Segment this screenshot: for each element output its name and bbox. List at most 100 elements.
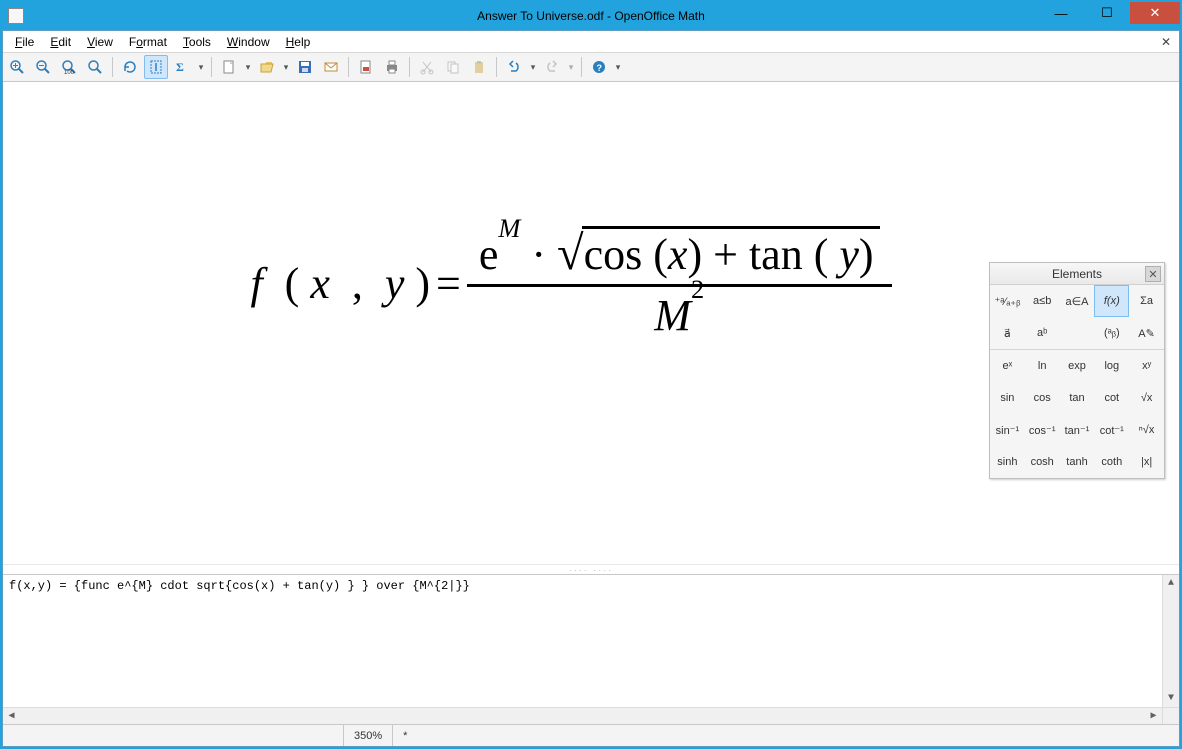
statusbar: 350% * xyxy=(3,724,1179,746)
refresh-button[interactable] xyxy=(118,55,142,79)
cat-operators[interactable]: Σa xyxy=(1129,285,1164,317)
separator xyxy=(581,57,582,77)
open-button[interactable] xyxy=(255,55,279,79)
menu-edit[interactable]: Edit xyxy=(42,33,79,51)
sym-atan[interactable]: tan⁻¹ xyxy=(1060,414,1095,446)
sym-coth[interactable]: coth xyxy=(1094,446,1129,478)
sym-ln[interactable]: ln xyxy=(1025,350,1060,382)
undo-button[interactable] xyxy=(502,55,526,79)
sym-abs[interactable]: |x| xyxy=(1129,446,1164,478)
sym-exp-e[interactable]: eˣ xyxy=(990,350,1025,382)
separator xyxy=(211,57,212,77)
command-editor-pane: f(x,y) = {func e^{M} cdot sqrt{cos(x) + … xyxy=(3,574,1179,724)
menu-help[interactable]: Help xyxy=(278,33,319,51)
close-document-button[interactable]: ✕ xyxy=(1157,33,1175,51)
maximize-button[interactable]: ☐ xyxy=(1084,2,1130,24)
scroll-right-icon[interactable]: ▶ xyxy=(1145,708,1162,725)
sym-exp[interactable]: exp xyxy=(1060,350,1095,382)
cat-blank xyxy=(1060,317,1095,349)
undo-dropdown[interactable]: ▾ xyxy=(528,62,538,73)
elements-panel-label: Elements xyxy=(1052,267,1102,281)
cat-others[interactable]: A✎ xyxy=(1129,317,1164,349)
equals: = xyxy=(436,258,461,309)
cat-attributes[interactable]: a⃗ xyxy=(990,317,1025,349)
window-controls: — ☐ ✕ xyxy=(1038,2,1180,24)
redo-button[interactable] xyxy=(540,55,564,79)
scroll-left-icon[interactable]: ◀ xyxy=(3,708,20,725)
mail-button[interactable] xyxy=(319,55,343,79)
elements-button[interactable]: Σ xyxy=(170,55,194,79)
horizontal-scrollbar[interactable]: ◀ ▶ xyxy=(3,707,1162,724)
open-dropdown[interactable]: ▾ xyxy=(281,62,291,73)
menubar: File Edit View Format Tools Window Help … xyxy=(3,31,1179,53)
svg-text:Σ: Σ xyxy=(176,60,184,74)
toolbar-dropdown-2[interactable]: ▾ xyxy=(613,62,623,73)
formula-render-area[interactable]: f ( x , y ) = eM · √ cos (x) xyxy=(3,82,1179,564)
client-area: File Edit View Format Tools Window Help … xyxy=(2,30,1180,747)
cat-relations[interactable]: a≤b xyxy=(1025,285,1060,317)
scroll-up-icon[interactable]: ▲ xyxy=(1163,575,1180,592)
new-dropdown[interactable]: ▾ xyxy=(243,62,253,73)
titlebar: Answer To Universe.odf - OpenOffice Math… xyxy=(2,2,1180,30)
window-title: Answer To Universe.odf - OpenOffice Math xyxy=(2,9,1180,23)
save-button[interactable] xyxy=(293,55,317,79)
cat-functions[interactable]: f(x) xyxy=(1094,285,1129,317)
sym-sin[interactable]: sin xyxy=(990,382,1025,414)
cut-button[interactable] xyxy=(415,55,439,79)
cat-set-operations[interactable]: a∈A xyxy=(1060,285,1095,317)
copy-button[interactable] xyxy=(441,55,465,79)
sym-cos[interactable]: cos xyxy=(1025,382,1060,414)
elements-symbols-grid: eˣ ln exp log xʸ sin cos tan cot √x sin⁻… xyxy=(990,350,1164,478)
formula-cursor-button[interactable] xyxy=(144,55,168,79)
sym-sqrt[interactable]: √x xyxy=(1129,382,1164,414)
zoom-100-button[interactable]: 100 xyxy=(57,55,81,79)
sym-cot[interactable]: cot xyxy=(1094,382,1129,414)
sym-power[interactable]: xʸ xyxy=(1129,350,1164,382)
new-button[interactable] xyxy=(217,55,241,79)
elements-panel-close-button[interactable]: ✕ xyxy=(1145,266,1161,282)
cat-formats[interactable]: (ᵃᵦ) xyxy=(1094,317,1129,349)
sym-tanh[interactable]: tanh xyxy=(1060,446,1095,478)
menu-file[interactable]: File xyxy=(7,33,42,51)
menu-format[interactable]: Format xyxy=(121,33,175,51)
close-button[interactable]: ✕ xyxy=(1130,2,1180,24)
zoom-out-button[interactable] xyxy=(31,55,55,79)
toolbar-dropdown-1[interactable]: ▾ xyxy=(196,62,206,73)
status-zoom[interactable]: 350% xyxy=(343,725,392,746)
sym-cosh[interactable]: cosh xyxy=(1025,446,1060,478)
minimize-button[interactable]: — xyxy=(1038,2,1084,24)
sym-acos[interactable]: cos⁻¹ xyxy=(1025,414,1060,446)
separator xyxy=(348,57,349,77)
help-button[interactable]: ? xyxy=(587,55,611,79)
separator xyxy=(112,57,113,77)
sym-acot[interactable]: cot⁻¹ xyxy=(1094,414,1129,446)
redo-dropdown[interactable]: ▾ xyxy=(566,62,576,73)
zoom-in-button[interactable] xyxy=(5,55,29,79)
sym-asin[interactable]: sin⁻¹ xyxy=(990,414,1025,446)
zoom-fit-button[interactable] xyxy=(83,55,107,79)
print-button[interactable] xyxy=(380,55,404,79)
menu-window[interactable]: Window xyxy=(219,33,278,51)
separator xyxy=(409,57,410,77)
menu-view[interactable]: View xyxy=(79,33,121,51)
cat-unary-binary[interactable]: ⁺ᵃ⁄ₐ₊ᵦ xyxy=(990,285,1025,317)
sym-log[interactable]: log xyxy=(1094,350,1129,382)
sym-sinh[interactable]: sinh xyxy=(990,446,1025,478)
export-pdf-button[interactable] xyxy=(354,55,378,79)
scroll-down-icon[interactable]: ▼ xyxy=(1163,690,1180,707)
fraction: eM · √ cos (x) + tan ( y) xyxy=(467,226,892,341)
splitter-grip[interactable]: ···· ···· xyxy=(3,564,1179,574)
formula-display: f ( x , y ) = eM · √ cos (x) xyxy=(250,226,891,341)
menu-tools[interactable]: Tools xyxy=(175,33,219,51)
sym-nroot[interactable]: ⁿ√x xyxy=(1129,414,1164,446)
elements-panel-title[interactable]: Elements ✕ xyxy=(990,263,1164,285)
elements-panel[interactable]: Elements ✕ ⁺ᵃ⁄ₐ₊ᵦ a≤b a∈A f(x) Σa a⃗ aᵇ … xyxy=(989,262,1165,479)
toolbar: 100 Σ ▾ ▾ ▾ ▾ ▾ ? ▾ xyxy=(3,53,1179,82)
denominator: M2 xyxy=(642,290,716,341)
sym-tan[interactable]: tan xyxy=(1060,382,1095,414)
scroll-corner xyxy=(1162,707,1179,724)
cat-brackets[interactable]: aᵇ xyxy=(1025,317,1060,349)
paste-button[interactable] xyxy=(467,55,491,79)
command-editor[interactable]: f(x,y) = {func e^{M} cdot sqrt{cos(x) + … xyxy=(3,575,1179,724)
vertical-scrollbar[interactable]: ▲ ▼ xyxy=(1162,575,1179,707)
